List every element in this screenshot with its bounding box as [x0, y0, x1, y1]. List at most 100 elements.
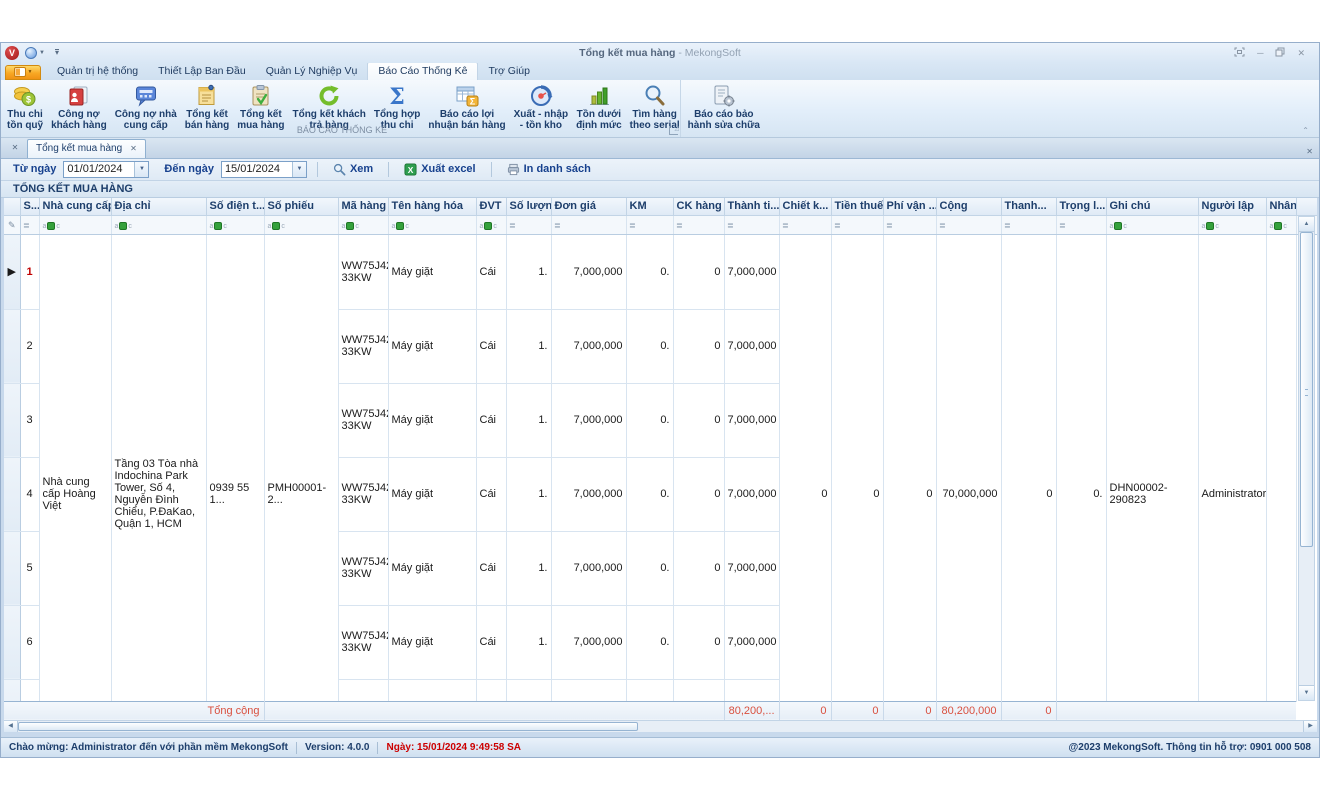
menu-tab-5[interactable]: Trợ Giúp	[478, 63, 540, 80]
column-header[interactable]: Tiền thuế	[831, 198, 883, 216]
auto-filter-cell[interactable]: ✎	[4, 216, 20, 235]
column-header[interactable]: ĐVT	[476, 198, 506, 216]
scroll-right-icon[interactable]: ▶	[1303, 721, 1317, 732]
auto-filter-cell[interactable]: =	[626, 216, 673, 235]
column-header[interactable]: Số lượng	[506, 198, 551, 216]
auto-filter-cell[interactable]: ac	[264, 216, 338, 235]
minimize-button[interactable]: ─	[1257, 48, 1263, 58]
auto-filter-cell[interactable]: ac	[111, 216, 206, 235]
auto-filter-cell[interactable]: =	[506, 216, 551, 235]
row-indicator	[4, 531, 20, 605]
cell-ma-hang: WW75J42 33KW	[338, 457, 388, 531]
menu-tab-3[interactable]: Quản Lý Nghiệp Vụ	[256, 63, 368, 80]
column-header[interactable]: Đơn giá	[551, 198, 626, 216]
auto-filter-cell[interactable]: =	[724, 216, 779, 235]
to-date-field[interactable]: ▼	[221, 161, 307, 178]
menu-tab-4[interactable]: Báo Cáo Thống Kê	[367, 62, 478, 80]
ribbon-collapse-icon[interactable]: ⌃	[1302, 126, 1309, 135]
export-excel-button[interactable]: X Xuất excel	[399, 161, 480, 178]
column-header[interactable]	[4, 198, 20, 216]
close-all-tabs-button[interactable]: ✕	[7, 140, 23, 156]
cell-thanh-tien: 7,000,000	[724, 383, 779, 457]
cell-so-luong: 1.	[506, 457, 551, 531]
view-button[interactable]: Xem	[328, 161, 378, 178]
application-menu-button[interactable]: ▼	[5, 65, 41, 80]
auto-filter-cell[interactable]: ac	[388, 216, 476, 235]
column-header[interactable]: Ghi chú	[1106, 198, 1198, 216]
text-filter-icon: ac	[1270, 216, 1287, 233]
auto-filter-cell[interactable]: =	[1056, 216, 1106, 235]
chevron-down-icon[interactable]: ▼	[134, 162, 148, 177]
column-header[interactable]: S...	[20, 198, 39, 216]
dialog-launcher-icon[interactable]	[669, 126, 678, 135]
auto-filter-cell[interactable]: =	[551, 216, 626, 235]
cell-thanh-tien: 7,000,000	[724, 309, 779, 383]
ribbon-item[interactable]: Báo cáo bảo hành sửa chữa	[684, 82, 764, 132]
column-header[interactable]: Số phiếu	[264, 198, 338, 216]
totals-phi-van: 0	[883, 701, 936, 720]
column-header[interactable]: Số điện t...	[206, 198, 264, 216]
auto-filter-cell[interactable]: =	[779, 216, 831, 235]
low-stock-icon	[586, 83, 612, 109]
close-button[interactable]: ✕	[1297, 48, 1305, 58]
column-header[interactable]: Nhân...	[1266, 198, 1296, 216]
skin-selector-button[interactable]: ▼	[25, 47, 45, 59]
grid-body: ▶1Nhà cung cấp Hoàng ViệtTầng 03 Tòa nhà…	[4, 235, 1297, 702]
auto-filter-cell[interactable]: ac	[1106, 216, 1198, 235]
vertical-scrollbar[interactable]: ▲ ▼	[1298, 216, 1315, 701]
column-header[interactable]: Cộng	[936, 198, 1001, 216]
close-tab-button-right[interactable]: ✕	[1306, 147, 1313, 156]
auto-filter-cell[interactable]: =	[1001, 216, 1056, 235]
chevron-down-icon[interactable]: ▼	[292, 162, 306, 177]
cell-km: 0.	[626, 457, 673, 531]
scroll-up-icon[interactable]: ▲	[1299, 217, 1314, 232]
auto-filter-cell[interactable]: ac	[476, 216, 506, 235]
auto-filter-cell[interactable]: ac	[338, 216, 388, 235]
auto-filter-cell[interactable]: ac	[1266, 216, 1296, 235]
restore-button[interactable]	[1275, 47, 1285, 59]
column-header[interactable]: Chiết k...	[779, 198, 831, 216]
cell-nguoi-lap: Administrator	[1198, 235, 1266, 702]
column-header[interactable]: Thành ti...	[724, 198, 779, 216]
column-header[interactable]: Mã hàng	[338, 198, 388, 216]
cell-chiet-khau: 0	[779, 235, 831, 702]
to-date-input[interactable]	[222, 162, 292, 177]
horizontal-scroll-thumb[interactable]	[18, 722, 638, 731]
auto-filter-cell[interactable]: =	[673, 216, 724, 235]
auto-filter-cell[interactable]: ac	[1198, 216, 1266, 235]
column-header[interactable]: Trọng l...	[1056, 198, 1106, 216]
table-row[interactable]: ▶1Nhà cung cấp Hoàng ViệtTầng 03 Tòa nhà…	[4, 235, 1296, 309]
column-header[interactable]: Địa chỉ	[111, 198, 206, 216]
column-header[interactable]: Tên hàng hóa	[388, 198, 476, 216]
vertical-scroll-thumb[interactable]	[1300, 232, 1313, 547]
cell-trong-luong: 0.	[1056, 235, 1106, 702]
column-header[interactable]: Thanh...	[1001, 198, 1056, 216]
menu-tab-1[interactable]: Quản trị hệ thống	[47, 63, 148, 80]
auto-filter-cell[interactable]: ac	[39, 216, 111, 235]
column-header[interactable]: Người lập	[1198, 198, 1266, 216]
auto-filter-cell[interactable]: =	[831, 216, 883, 235]
quick-access-customize-icon[interactable]: ▾	[55, 49, 59, 56]
from-date-label: Từ ngày	[13, 163, 56, 175]
column-header[interactable]: Nhà cung cấp	[39, 198, 111, 216]
close-tab-icon[interactable]: ✕	[130, 144, 137, 153]
scroll-down-icon[interactable]: ▼	[1299, 685, 1314, 700]
auto-filter-cell[interactable]: =	[936, 216, 1001, 235]
horizontal-scrollbar[interactable]: ◀ ▶	[4, 720, 1317, 732]
fullscreen-button[interactable]	[1234, 47, 1245, 59]
column-header[interactable]: KM	[626, 198, 673, 216]
from-date-input[interactable]	[64, 162, 134, 177]
auto-filter-cell[interactable]: =	[20, 216, 39, 235]
scroll-left-icon[interactable]: ◀	[4, 721, 18, 732]
menu-tab-2[interactable]: Thiết Lập Ban Đầu	[148, 63, 256, 80]
column-header[interactable]: CK hàng	[673, 198, 724, 216]
cell-ck-hang: 0	[673, 457, 724, 531]
auto-filter-cell[interactable]: ac	[206, 216, 264, 235]
column-header[interactable]: Phí vận ...	[883, 198, 936, 216]
auto-filter-cell[interactable]: =	[883, 216, 936, 235]
status-bar: Chào mừng: Administrator đến với phần mề…	[1, 737, 1319, 757]
tab-tong-ket-mua-hang[interactable]: Tổng kết mua hàng ✕	[27, 139, 146, 158]
excel-icon: X	[404, 163, 417, 176]
from-date-field[interactable]: ▼	[63, 161, 149, 178]
print-list-button[interactable]: In danh sách	[502, 161, 596, 178]
